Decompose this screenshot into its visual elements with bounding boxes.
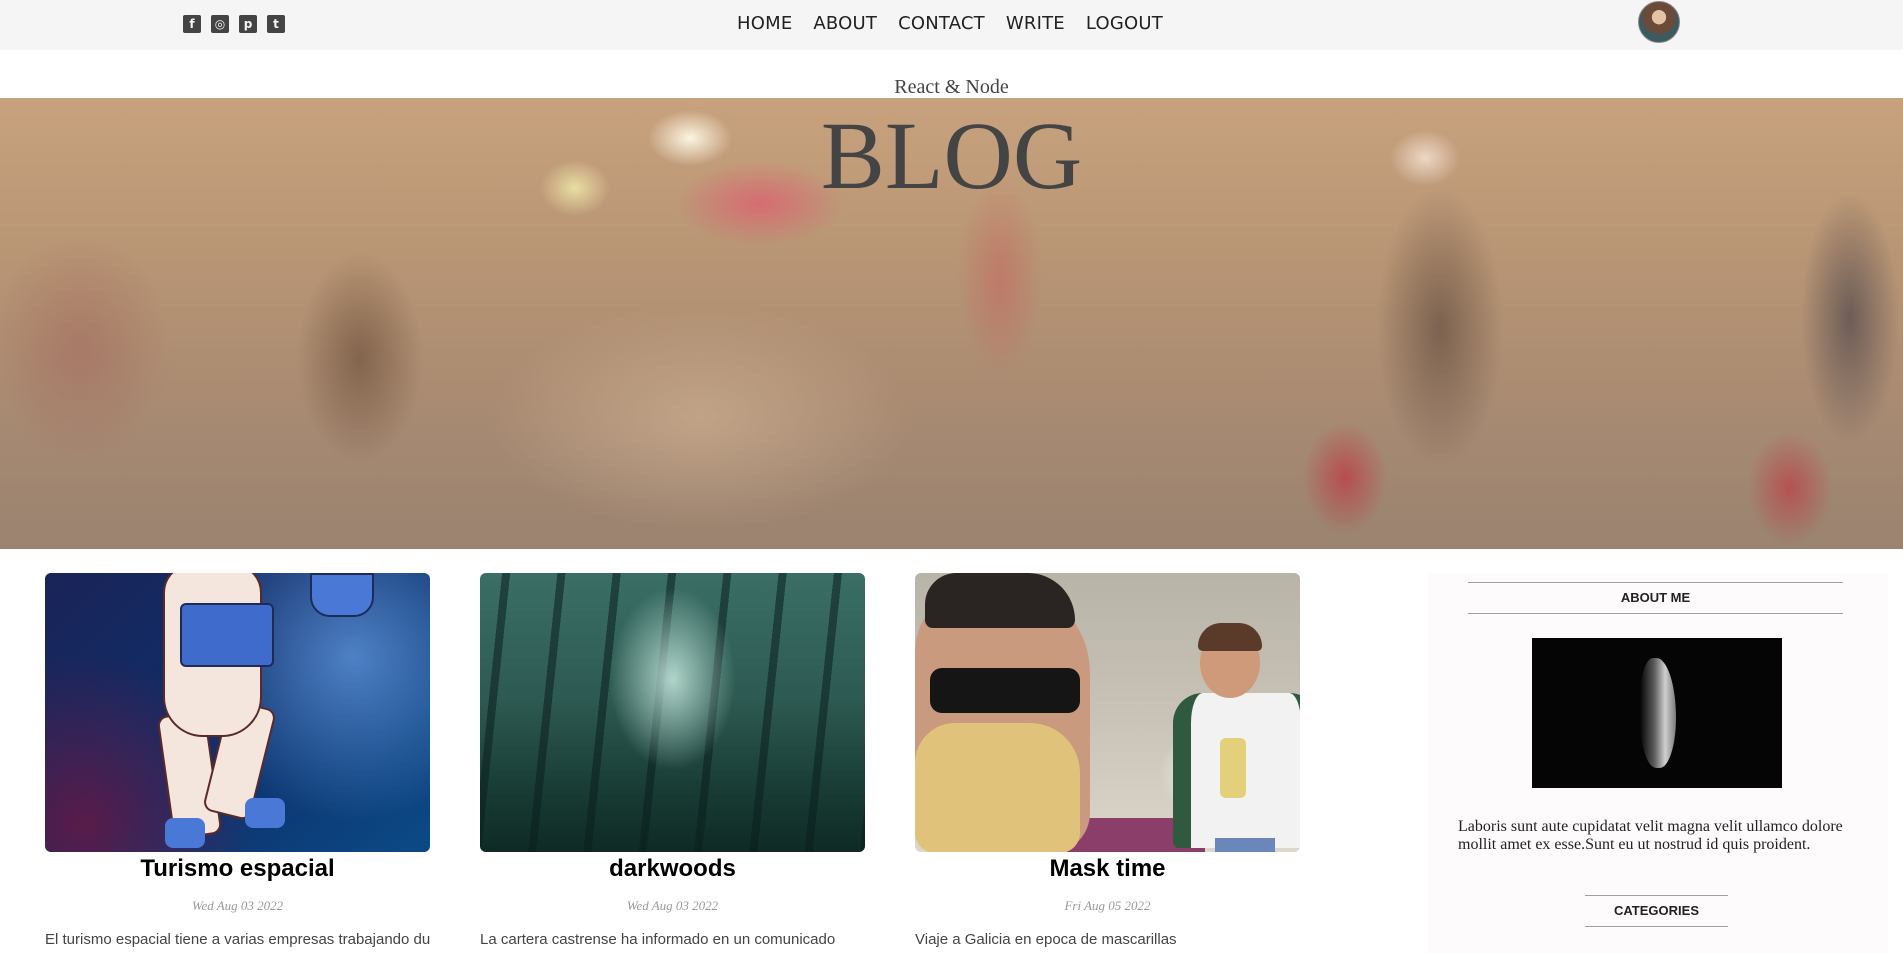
- post-card[interactable]: Turismo espacial Wed Aug 03 2022 El turi…: [45, 573, 430, 948]
- header-subtitle: React & Node: [894, 76, 1009, 98]
- sidebar: ABOUT ME Laboris sunt aute cupidatat vel…: [1428, 573, 1888, 953]
- post-thumbnail[interactable]: [480, 573, 865, 852]
- header-title: BLOG: [820, 102, 1083, 209]
- instagram-square-icon[interactable]: ◎: [211, 15, 229, 33]
- post-date: Wed Aug 03 2022: [626, 898, 719, 913]
- nav-home-link[interactable]: HOME: [737, 13, 792, 34]
- nav-logout-link[interactable]: LOGOUT: [1086, 13, 1163, 34]
- post-title[interactable]: Turismo espacial: [45, 855, 430, 883]
- pinterest-square-icon[interactable]: p: [239, 15, 257, 33]
- about-me-text: Laboris sunt aute cupidatat velit magna …: [1458, 818, 1843, 853]
- post-title[interactable]: Mask time: [915, 855, 1300, 883]
- post-thumbnail[interactable]: [915, 573, 1300, 852]
- post-date: Wed Aug 03 2022: [191, 898, 284, 913]
- twitter-square-icon[interactable]: t: [267, 15, 285, 33]
- main-nav: HOME ABOUT CONTACT WRITE LOGOUT: [737, 13, 1163, 34]
- nav-contact-link[interactable]: CONTACT: [898, 13, 985, 34]
- about-me-heading: ABOUT ME: [1468, 582, 1843, 614]
- user-avatar[interactable]: [1638, 1, 1680, 43]
- post-thumbnail[interactable]: [45, 573, 430, 852]
- post-title[interactable]: darkwoods: [480, 855, 865, 883]
- categories-heading: CATEGORIES: [1585, 895, 1728, 927]
- facebook-square-icon[interactable]: f: [183, 15, 201, 33]
- social-links: f ◎ p t: [183, 15, 285, 33]
- post-card[interactable]: Mask time Fri Aug 05 2022 Viaje a Galici…: [915, 573, 1300, 948]
- post-card[interactable]: darkwoods Wed Aug 03 2022 La cartera cas…: [480, 573, 865, 948]
- nav-write-link[interactable]: WRITE: [1006, 13, 1065, 34]
- about-me-image: [1532, 638, 1782, 788]
- post-date: Fri Aug 05 2022: [1064, 898, 1151, 913]
- top-navbar: f ◎ p t HOME ABOUT CONTACT WRITE LOGOUT: [0, 0, 1903, 50]
- nav-about-link[interactable]: ABOUT: [813, 13, 877, 34]
